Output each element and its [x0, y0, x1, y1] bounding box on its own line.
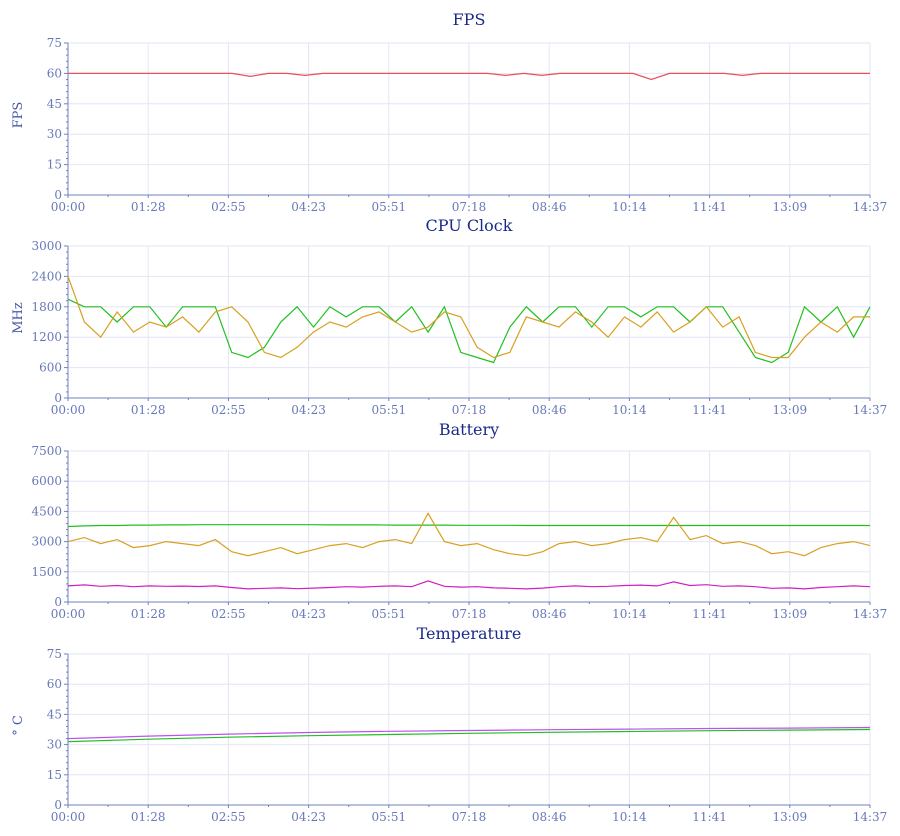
y-tick-label: 2400 — [31, 269, 62, 283]
x-tick-label: 02:55 — [211, 200, 246, 214]
y-tick-label: 4500 — [31, 504, 62, 518]
y-tick-label: 45 — [47, 97, 62, 111]
x-tick-label: 01:28 — [131, 403, 166, 417]
y-tick-label: 15 — [47, 158, 62, 172]
chart-title: CPU Clock — [426, 216, 513, 235]
chart-title: Battery — [439, 420, 499, 439]
x-tick-label: 08:46 — [532, 810, 567, 824]
chart-temperature: Temperature0153045607500:00 01:28 02:55 04:… — [11, 624, 887, 824]
x-tick-label: 05:51 — [372, 200, 407, 214]
y-tick-label: 15 — [47, 768, 62, 782]
y-tick-label: 30 — [47, 738, 62, 752]
x-tick-label: 08:46 — [532, 200, 567, 214]
x-tick-label: 08:46 — [532, 403, 567, 417]
x-tick-label: 01:28 — [131, 810, 166, 824]
x-tick-label: 11:41 — [692, 200, 727, 214]
chart-title: Temperature — [417, 624, 522, 643]
x-tick-label: 14:37 — [853, 403, 888, 417]
x-tick-label: 07:18 — [452, 607, 487, 621]
y-tick-label: 1800 — [31, 300, 62, 314]
y-tick-label: 45 — [47, 707, 62, 721]
x-tick-label: 13:09 — [773, 810, 808, 824]
y-tick-label: 60 — [47, 66, 62, 80]
x-tick-label: 11:41 — [692, 607, 727, 621]
y-axis-label: ° C — [11, 715, 26, 736]
x-tick-label: 11:41 — [692, 810, 727, 824]
y-tick-label: 7500 — [31, 444, 62, 458]
y-tick-label: 75 — [47, 36, 62, 50]
x-tick-label: 05:51 — [372, 607, 407, 621]
x-tick-label: 08:46 — [532, 607, 567, 621]
x-tick-label: 00:00 — [51, 810, 86, 824]
x-tick-label: 02:55 — [211, 810, 246, 824]
y-tick-label: 30 — [47, 127, 62, 141]
x-tick-label: 11:41 — [692, 403, 727, 417]
x-tick-label: 02:55 — [211, 403, 246, 417]
y-tick-label: 3000 — [31, 239, 62, 253]
x-tick-label: 00:00 — [51, 607, 86, 621]
x-tick-label: 07:18 — [452, 200, 487, 214]
performance-charts: FPS0153045607500:00 01:28 02:55 04:23 05:51 0… — [11, 10, 887, 824]
x-tick-label: 04:23 — [291, 810, 326, 824]
x-tick-label: 13:09 — [773, 403, 808, 417]
x-tick-label: 04:23 — [291, 403, 326, 417]
x-tick-label: 04:23 — [291, 200, 326, 214]
x-tick-label: 04:23 — [291, 607, 326, 621]
x-tick-label: 01:28 — [131, 607, 166, 621]
x-tick-label: 13:09 — [773, 607, 808, 621]
x-tick-label: 10:14 — [612, 607, 647, 621]
x-tick-label: 00:00 — [51, 200, 86, 214]
x-tick-label: 10:14 — [612, 810, 647, 824]
chart-battery: Battery01500300045006000750000:00 01:28 02… — [31, 420, 887, 621]
x-tick-label: 13:09 — [773, 200, 808, 214]
y-tick-label: 600 — [39, 361, 62, 375]
x-tick-label: 10:14 — [612, 200, 647, 214]
y-tick-label: 3000 — [31, 535, 62, 549]
x-tick-label: 05:51 — [372, 810, 407, 824]
x-tick-label: 14:37 — [853, 810, 888, 824]
chart-fps: FPS0153045607500:00 01:28 02:55 04:23 05:51 0… — [11, 10, 887, 214]
x-tick-label: 01:28 — [131, 200, 166, 214]
y-tick-label: 6000 — [31, 474, 62, 488]
y-tick-label: 1500 — [31, 565, 62, 579]
x-tick-label: 14:37 — [853, 607, 888, 621]
y-tick-label: 60 — [47, 677, 62, 691]
x-tick-label: 10:14 — [612, 403, 647, 417]
y-tick-label: 75 — [47, 647, 62, 661]
chart-cpu-clock: CPU Clock0600120018002400300000:00 01:28 0… — [11, 216, 887, 417]
y-axis-label: MHz — [11, 302, 26, 334]
y-axis-label: FPS — [11, 102, 26, 129]
x-tick-label: 07:18 — [452, 810, 487, 824]
x-tick-label: 14:37 — [853, 200, 888, 214]
chart-title: FPS — [453, 10, 486, 29]
x-tick-label: 00:00 — [51, 403, 86, 417]
y-tick-label: 1200 — [31, 330, 62, 344]
x-tick-label: 05:51 — [372, 403, 407, 417]
x-tick-label: 02:55 — [211, 607, 246, 621]
x-tick-label: 07:18 — [452, 403, 487, 417]
